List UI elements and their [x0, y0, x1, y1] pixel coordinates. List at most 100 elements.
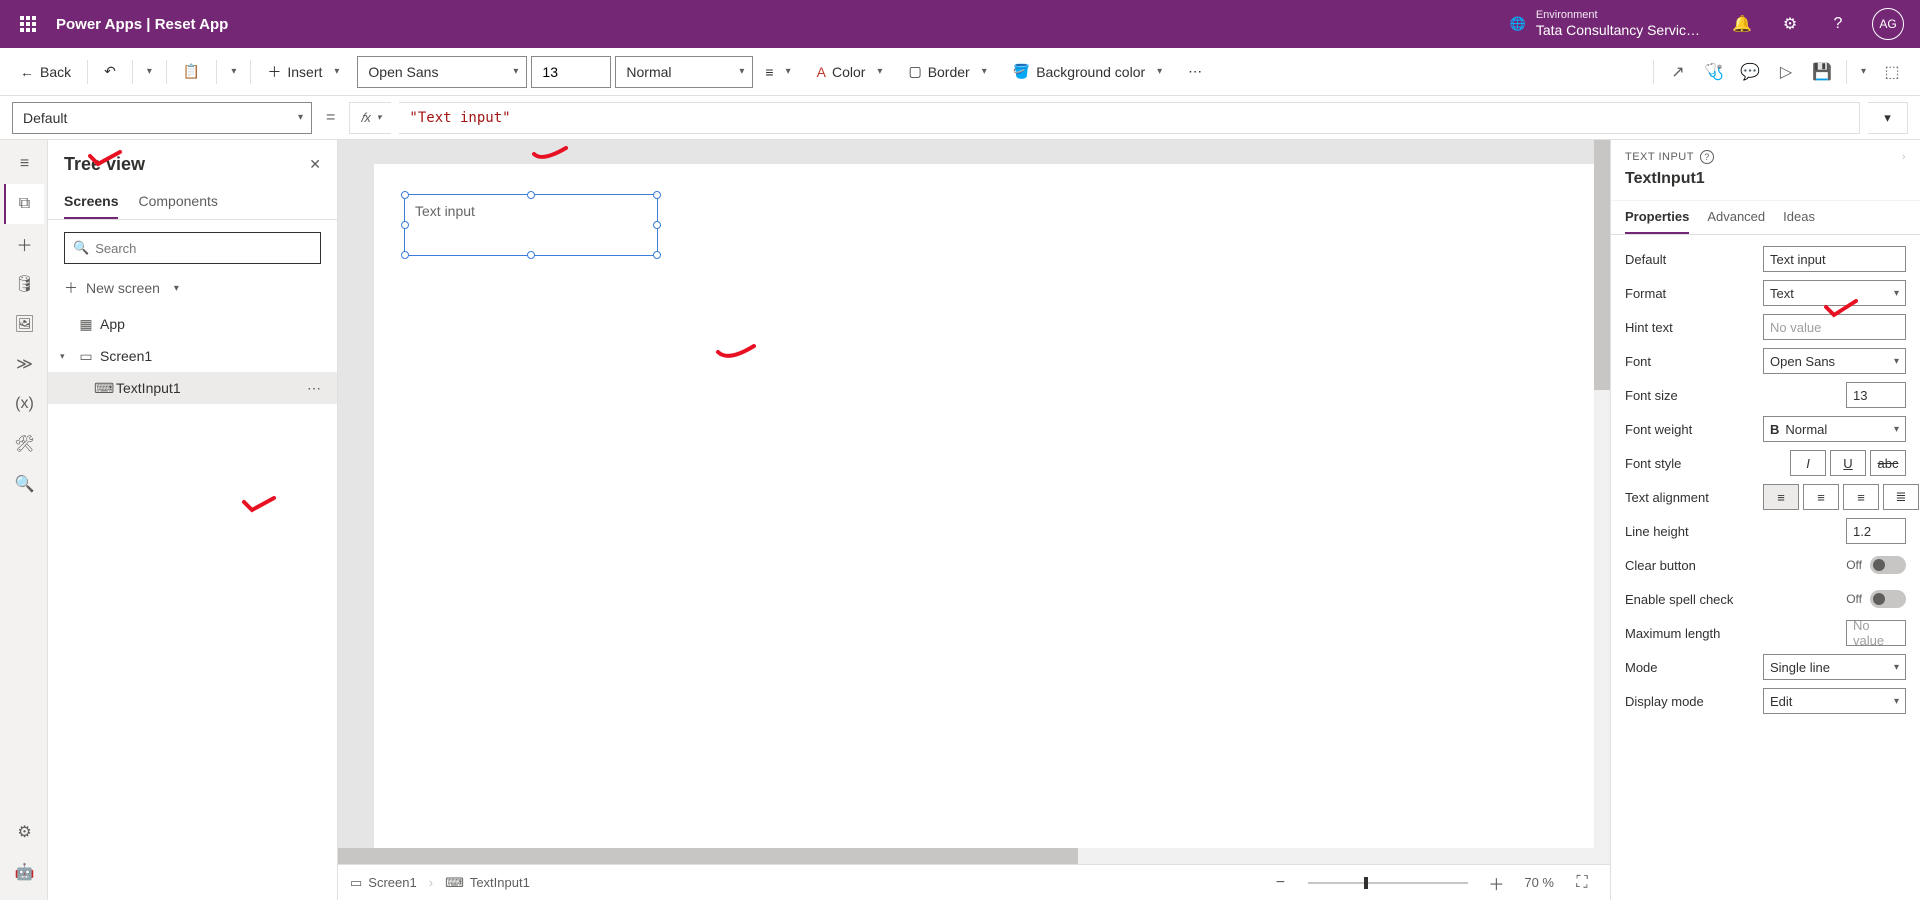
tree-item-screen1[interactable]: ▾▭Screen1: [48, 340, 337, 372]
align-center-button[interactable]: ≡: [1803, 484, 1839, 510]
chevron-down-icon[interactable]: ▾: [60, 351, 72, 362]
search-icon[interactable]: 🔍: [4, 464, 44, 504]
formula-input[interactable]: "Text input": [399, 102, 1860, 134]
undo-button[interactable]: ↶: [96, 56, 124, 88]
tools-icon[interactable]: 🛠: [4, 424, 44, 464]
tab-advanced[interactable]: Advanced: [1707, 201, 1765, 234]
prop-lineheight-field[interactable]: 1.2: [1846, 518, 1906, 544]
border-button[interactable]: ▢Border▾: [900, 56, 1000, 88]
prop-font-select[interactable]: Open Sans: [1763, 348, 1906, 374]
canvas[interactable]: Text input: [374, 164, 1598, 848]
undo-menu-chevron[interactable]: ▾: [141, 66, 158, 77]
publish-icon[interactable]: ⬚: [1876, 56, 1908, 88]
overflow-button[interactable]: ⋯: [1180, 56, 1210, 88]
font-weight-select[interactable]: Normal: [615, 56, 753, 88]
chevron-down-icon: ▾: [168, 283, 185, 294]
align-left-button[interactable]: ≡: [1763, 484, 1799, 510]
environment-picker[interactable]: 🌐 Environment Tata Consultancy Servic…: [1510, 9, 1700, 39]
tree-item-app[interactable]: ▦App: [48, 308, 337, 340]
prop-mode-select[interactable]: Single line: [1763, 654, 1906, 680]
control-name[interactable]: TextInput1: [1625, 164, 1906, 196]
tree-view-icon[interactable]: ⧉: [4, 184, 44, 224]
expand-panel-icon[interactable]: ›: [1902, 151, 1906, 163]
align-justify-button[interactable]: ≣: [1883, 484, 1919, 510]
bgcolor-button[interactable]: 🪣Background color▾: [1005, 56, 1176, 88]
clear-button-toggle[interactable]: [1870, 556, 1906, 574]
prop-display-select[interactable]: Edit: [1763, 688, 1906, 714]
tree-search[interactable]: 🔍: [64, 232, 321, 264]
italic-button[interactable]: I: [1790, 450, 1826, 476]
play-icon[interactable]: ▷: [1770, 56, 1802, 88]
help-icon[interactable]: ?: [1700, 150, 1714, 164]
align-button[interactable]: ≡▾: [757, 56, 804, 88]
app-launcher-icon[interactable]: [8, 4, 48, 44]
resize-handle[interactable]: [401, 191, 409, 199]
resize-handle[interactable]: [527, 251, 535, 259]
back-button[interactable]: ←Back: [12, 56, 79, 88]
prop-hint-field[interactable]: No value: [1763, 314, 1906, 340]
underline-button[interactable]: U: [1830, 450, 1866, 476]
more-options-icon[interactable]: ⋯: [303, 380, 325, 397]
media-icon[interactable]: 🖼: [4, 304, 44, 344]
prop-maxlen-field[interactable]: No value: [1846, 620, 1906, 646]
textinput-control[interactable]: Text input: [404, 194, 658, 256]
prop-format-select[interactable]: Text: [1763, 280, 1906, 306]
notifications-icon[interactable]: 🔔: [1720, 2, 1764, 46]
vertical-scrollbar[interactable]: [1594, 140, 1610, 864]
font-family-select[interactable]: Open Sans: [357, 56, 527, 88]
property-select[interactable]: Default: [12, 102, 312, 134]
insert-pane-icon[interactable]: ＋: [4, 224, 44, 264]
data-icon[interactable]: 🛢: [4, 264, 44, 304]
power-automate-icon[interactable]: ≫: [4, 344, 44, 384]
user-avatar[interactable]: AG: [1872, 8, 1904, 40]
save-icon[interactable]: 💾: [1806, 56, 1838, 88]
insert-button[interactable]: ＋Insert▾: [259, 56, 353, 88]
paste-menu-chevron[interactable]: ▾: [225, 66, 242, 77]
strikethrough-button[interactable]: abc: [1870, 450, 1906, 476]
comments-icon[interactable]: 💬: [1734, 56, 1766, 88]
prop-fontweight-select[interactable]: BNormal: [1763, 416, 1906, 442]
horizontal-scrollbar[interactable]: [338, 848, 1594, 864]
tab-screens[interactable]: Screens: [64, 185, 118, 219]
breadcrumb-screen[interactable]: ▭Screen1: [350, 875, 417, 891]
spell-check-toggle[interactable]: [1870, 590, 1906, 608]
close-icon[interactable]: ✕: [309, 156, 321, 173]
variables-icon[interactable]: (x): [4, 384, 44, 424]
tree-item-textinput1[interactable]: ⌨TextInput1 ⋯: [48, 372, 337, 404]
font-size-input[interactable]: [531, 56, 611, 88]
resize-handle[interactable]: [653, 191, 661, 199]
prop-spell-label: Enable spell check: [1625, 592, 1755, 607]
border-icon: ▢: [908, 63, 921, 80]
settings-icon[interactable]: ⚙: [1768, 2, 1812, 46]
resize-handle[interactable]: [401, 221, 409, 229]
prop-default-field[interactable]: Text input: [1763, 246, 1906, 272]
search-input[interactable]: [95, 241, 312, 256]
virtual-agent-icon[interactable]: 🤖: [4, 852, 44, 892]
save-menu-chevron[interactable]: ▾: [1855, 66, 1872, 77]
tab-properties[interactable]: Properties: [1625, 201, 1689, 234]
resize-handle[interactable]: [653, 251, 661, 259]
tab-components[interactable]: Components: [138, 185, 217, 219]
zoom-slider[interactable]: [1308, 882, 1468, 884]
prop-fontsize-field[interactable]: 13: [1846, 382, 1906, 408]
share-icon[interactable]: ↗: [1662, 56, 1694, 88]
color-button[interactable]: AColor▾: [809, 56, 897, 88]
hamburger-icon[interactable]: ≡: [4, 144, 44, 184]
fx-button[interactable]: 𝑓x▾: [349, 102, 391, 134]
plus-icon: ＋: [64, 278, 78, 298]
resize-handle[interactable]: [401, 251, 409, 259]
zoom-in-button[interactable]: ＋: [1480, 867, 1512, 899]
help-icon[interactable]: ?: [1816, 2, 1860, 46]
zoom-out-button[interactable]: −: [1264, 867, 1296, 899]
resize-handle[interactable]: [653, 221, 661, 229]
tab-ideas[interactable]: Ideas: [1783, 201, 1815, 234]
align-right-button[interactable]: ≡: [1843, 484, 1879, 510]
fit-to-screen-icon[interactable]: ⛶: [1566, 867, 1598, 899]
formula-expand-button[interactable]: ▾: [1868, 102, 1908, 134]
resize-handle[interactable]: [527, 191, 535, 199]
app-checker-icon[interactable]: 🩺: [1698, 56, 1730, 88]
new-screen-button[interactable]: ＋ New screen ▾: [48, 272, 337, 304]
settings-pane-icon[interactable]: ⚙: [4, 812, 44, 852]
breadcrumb-control[interactable]: ⌨TextInput1: [445, 875, 530, 891]
paste-button[interactable]: 📋: [175, 56, 208, 88]
